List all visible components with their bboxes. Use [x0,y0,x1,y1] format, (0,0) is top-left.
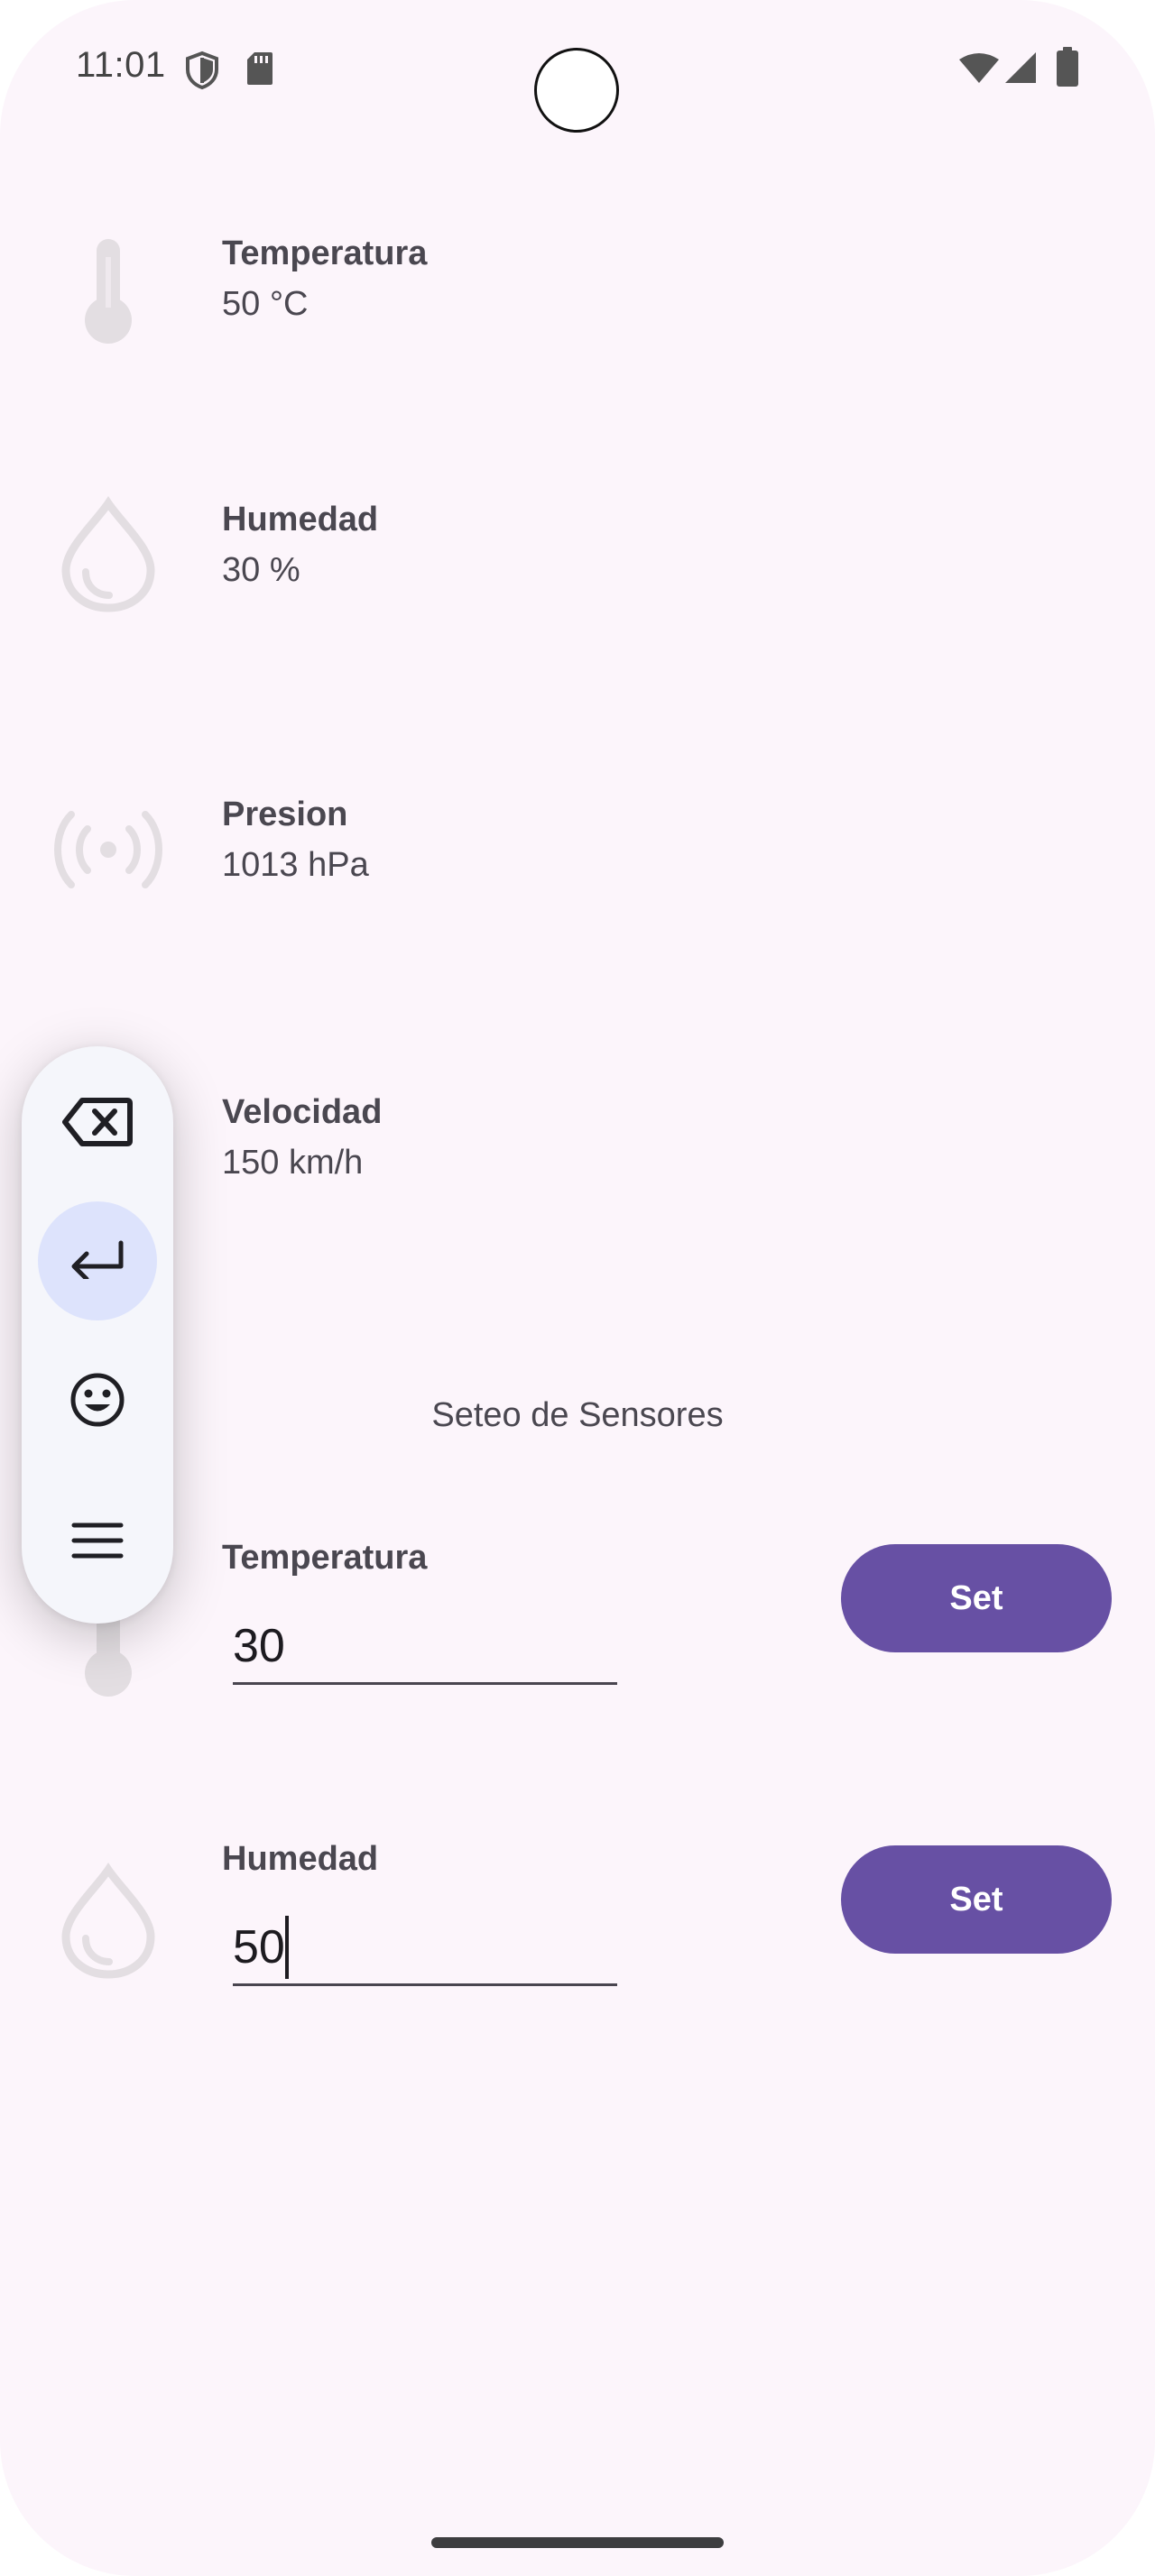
sensor-title: Velocidad [222,1093,383,1131]
backspace-button[interactable] [38,1064,157,1183]
sd-card-icon [245,51,274,91]
sensor-title: Presion [222,796,348,833]
cell-signal-icon [1003,51,1038,89]
sensor-value: 30 % [222,551,300,589]
set-temperatura-button[interactable]: Set [841,1544,1112,1652]
sensor-value: 150 km/h [222,1144,364,1182]
setter-title: Temperatura [222,1539,428,1577]
sensor-title: Temperatura [222,235,428,272]
setter-row-temperatura: Temperatura Set [0,1524,1155,1705]
humedad-input[interactable] [233,1916,617,1986]
sensor-value: 50 °C [222,285,309,323]
camera-cutout [534,48,619,133]
menu-button[interactable] [38,1483,157,1602]
thermometer-icon [45,225,171,352]
home-indicator[interactable] [431,2537,724,2548]
enter-icon [69,1239,126,1283]
water-drop-icon [45,1858,171,1984]
menu-icon [70,1522,125,1564]
sensor-value: 1013 hPa [222,846,369,884]
emoji-icon [69,1371,126,1433]
battery-icon [1056,47,1079,91]
backspace-icon [62,1097,133,1152]
setter-title: Humedad [222,1840,379,1878]
wifi-icon [958,52,1000,89]
shield-icon [184,51,220,95]
text-cursor [285,1916,289,1979]
app-screen: 11:01 Temperatura 50 °C Humedad 30 % Pre… [0,0,1155,2576]
section-title: Seteo de Sensores [431,1396,724,1434]
floating-keyboard-toolbar [22,1046,173,1624]
water-drop-icon [45,492,171,618]
status-time: 11:01 [76,45,166,85]
enter-button[interactable] [38,1201,157,1320]
emoji-button[interactable] [38,1342,157,1461]
set-humedad-button[interactable]: Set [841,1845,1112,1954]
status-bar: 11:01 [0,0,1155,135]
sensor-title: Humedad [222,501,379,538]
setter-row-humedad: Humedad Set [0,1826,1155,2006]
temperatura-input[interactable] [233,1615,617,1685]
sensor-signal-icon [45,787,171,913]
